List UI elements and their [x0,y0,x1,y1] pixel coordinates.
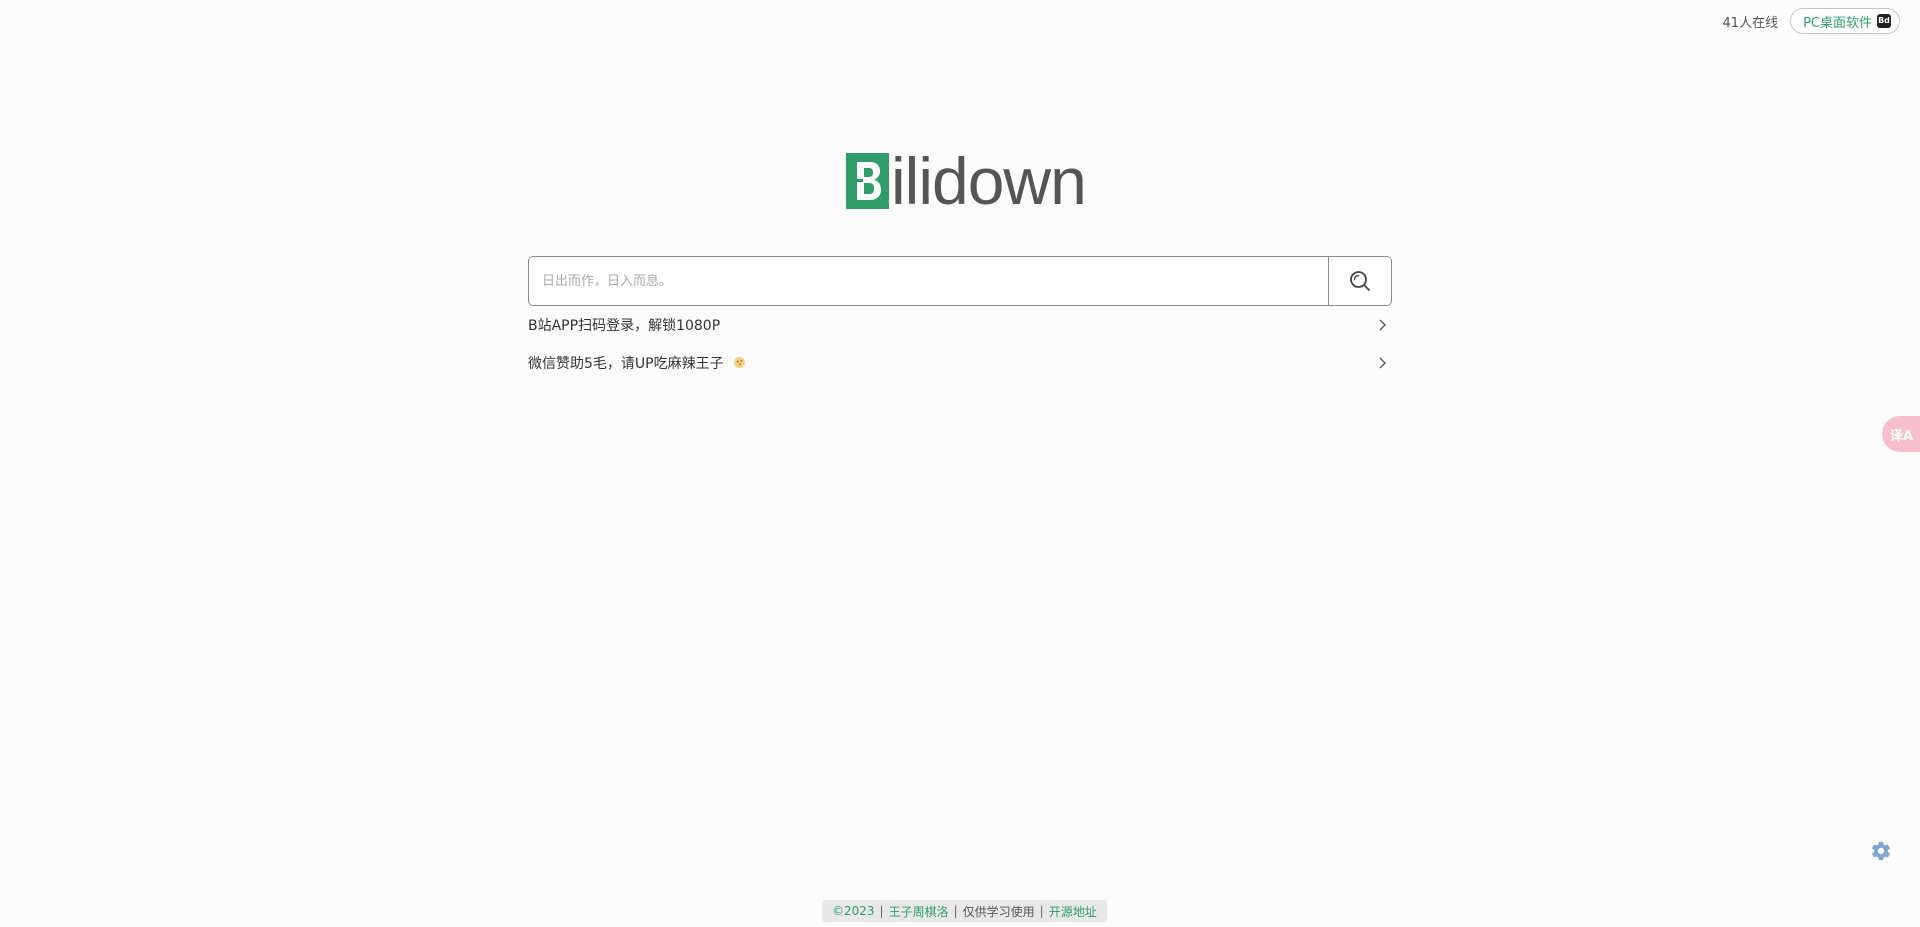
list-item-bilibili-login[interactable]: B站APP扫码登录，解锁1080P [528,306,1392,344]
translate-button[interactable]: 译A [1882,416,1920,452]
pc-button-label: PC桌面软件 [1803,15,1872,31]
footer-source-link[interactable]: 开源地址 [1049,903,1097,920]
link-list: B站APP扫码登录，解锁1080P 微信赞助5毛，请UP吃麻辣王子 [528,306,1392,382]
pc-desktop-software-button[interactable]: PC桌面软件 Bd [1790,8,1900,34]
logo-text: ilidown [891,144,1087,218]
footer-separator: | [1039,904,1044,918]
translate-icon: 译A [1890,428,1914,444]
footer-notice: 仅供学习使用 [962,904,1035,919]
bilidown-app-icon: Bd [1877,14,1891,28]
search-bar [528,256,1392,306]
top-bar: 41人在线 PC桌面软件 Bd [1723,8,1900,34]
footer-copyright: ©2023 [832,904,875,918]
settings-gear-icon[interactable] [1870,840,1892,862]
logo-b-mark [846,153,889,209]
search-icon [1350,271,1370,291]
footer: ©2023 | 王子周棋洛 | 仅供学习使用 | 开源地址 [822,900,1107,922]
search-button[interactable] [1328,257,1391,305]
snack-emoji-icon [733,356,746,369]
footer-separator: | [953,904,958,918]
footer-author-link[interactable]: 王子周棋洛 [889,903,949,920]
list-item-wechat-sponsor[interactable]: 微信赞助5毛，请UP吃麻辣王子 [528,344,1392,382]
link-label: B站APP扫码登录，解锁1080P [528,318,721,334]
chevron-right-icon [1378,357,1386,369]
link-label: 微信赞助5毛，请UP吃麻辣王子 [528,356,724,372]
chevron-right-icon [1378,319,1386,331]
search-input[interactable] [529,257,1328,305]
bilidown-logo: ilidown [846,144,1087,218]
footer-separator: | [879,904,884,918]
online-count: 41人在线 [1722,15,1779,31]
